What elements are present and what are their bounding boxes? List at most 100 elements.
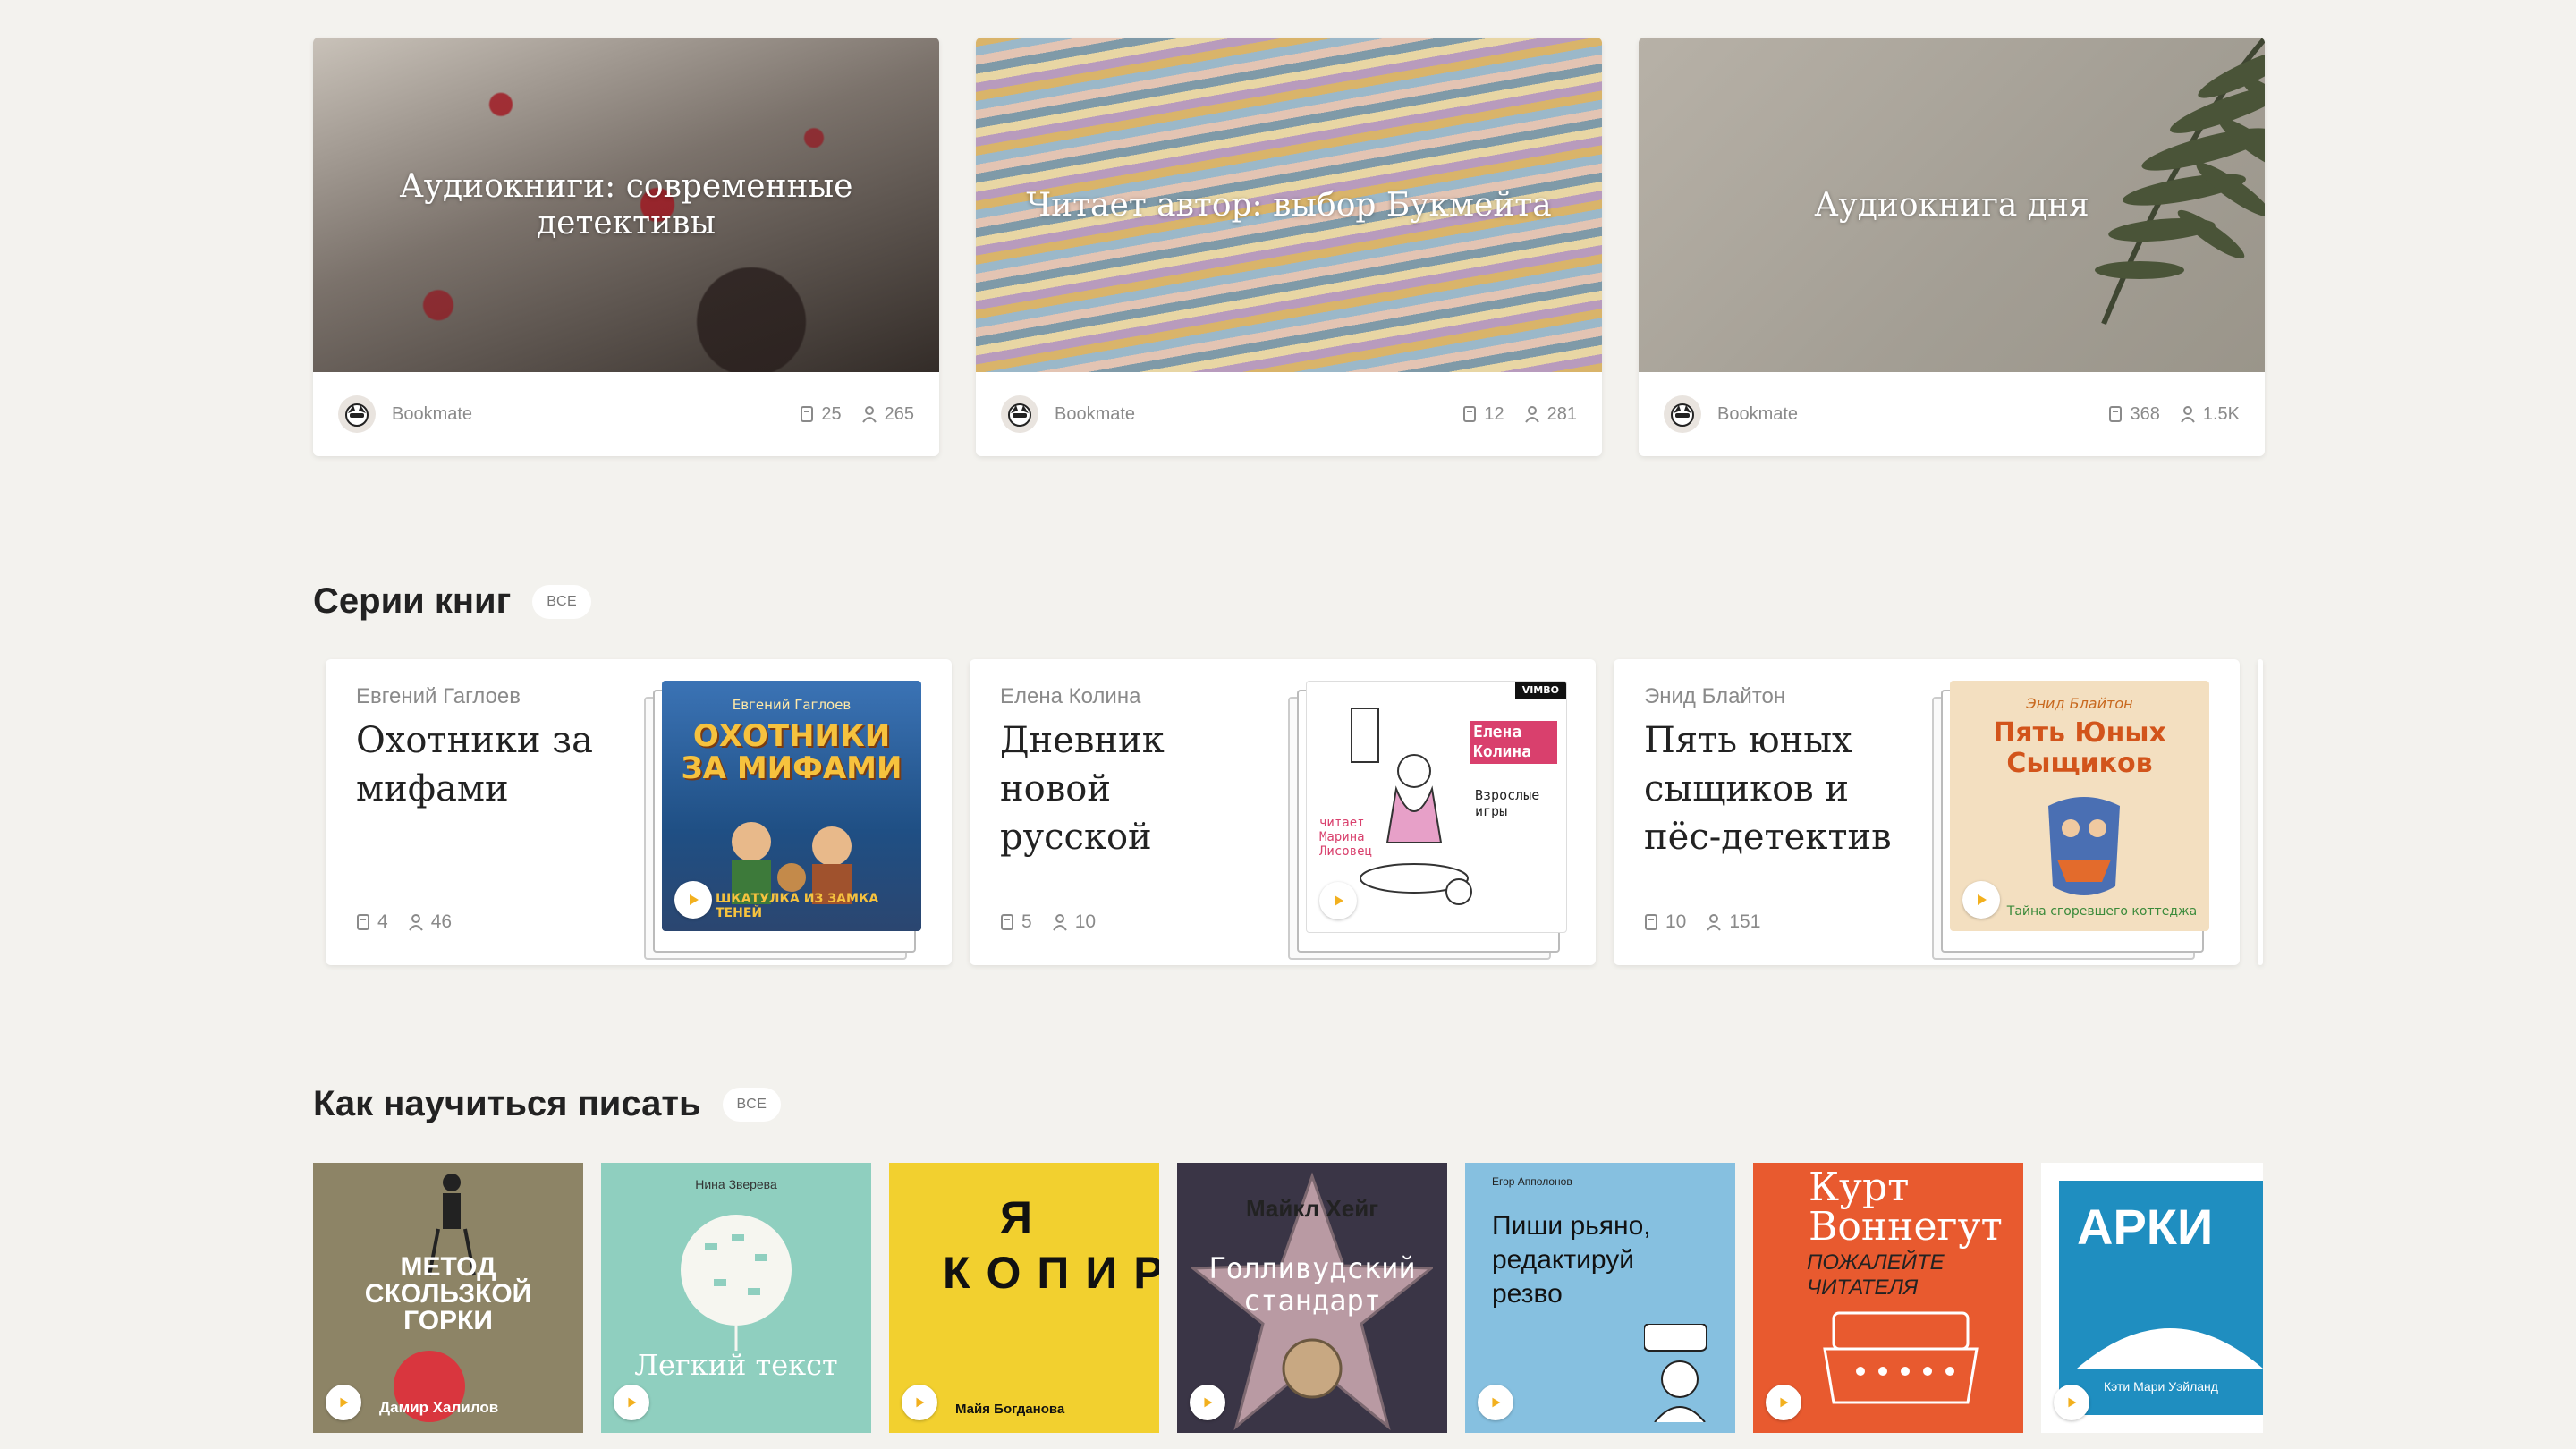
series-title[interactable]: Пять юных сыщиков и пёс-детектив <box>1644 716 1912 861</box>
book-cover[interactable]: Майкл Хейг Голливудский стандарт <box>1177 1163 1447 1433</box>
shelf-title: Читает автор: выбор Букмейта <box>1026 186 1552 224</box>
shelf-author[interactable]: Bookmate <box>1717 404 2089 425</box>
all-button[interactable]: ВСЕ <box>532 584 592 619</box>
shelf-title: Аудиокниги: современные детективы <box>399 168 853 242</box>
series-title[interactable]: Дневник новой русской <box>1000 716 1268 861</box>
person-icon <box>2181 406 2195 423</box>
shelf-author[interactable]: Bookmate <box>1055 404 1443 425</box>
series-card[interactable]: Елена Колина Дневник новой русской 5 10 … <box>970 659 1596 965</box>
series-card[interactable]: Евгений Гаглоев Охотники за мифами 4 46 … <box>326 659 952 965</box>
book-cover[interactable]: Егор Апполонов Пиши рьяно, редактируй ре… <box>1465 1163 1735 1433</box>
followers-count: 281 <box>1524 404 1577 425</box>
person-icon <box>861 406 877 423</box>
bookmate-avatar-icon <box>1001 395 1038 433</box>
shelf-card[interactable]: Аудиокнига дня Bookmate 368 1.5K <box>1639 38 2265 456</box>
series-title[interactable]: Охотники за мифами <box>356 716 624 813</box>
play-button[interactable] <box>1766 1385 1801 1420</box>
books-count: 5 <box>1000 911 1032 933</box>
shelf-footer: Bookmate 368 1.5K <box>1639 372 2265 456</box>
book-cover[interactable]: МЕТОД СКОЛЬЗКОЙ ГОРКИ Дамир Халилов <box>313 1163 583 1433</box>
shelf-cover-image: Читает автор: выбор Букмейта <box>976 38 1602 372</box>
book-icon <box>2109 406 2123 422</box>
shelf-card[interactable]: Аудиокниги: современные детективы Bookma… <box>313 38 939 456</box>
book-cover[interactable]: Нина Зверева Легкий текст <box>601 1163 871 1433</box>
series-stats: 4 46 <box>356 911 452 933</box>
followers-count: 46 <box>408 911 452 933</box>
typewriter-icon <box>1823 1311 1979 1404</box>
play-button[interactable] <box>902 1385 937 1420</box>
book-icon <box>1463 406 1477 422</box>
play-button[interactable] <box>326 1385 361 1420</box>
shelf-cover-image: Аудиокниги: современные детективы <box>313 38 939 372</box>
person-icon <box>1052 914 1067 931</box>
arc-icon <box>2077 1328 2263 1368</box>
cover-stack: VIMBO Елена Колина Взрослые игры читает … <box>1288 681 1567 960</box>
illustration-icon <box>732 822 852 904</box>
series-card[interactable]: Энид Блайтон Пять юных сыщиков и пёс-дет… <box>1614 659 2240 965</box>
series-cover[interactable]: Евгений Гаглоев ОХОТНИКИ ЗА МИФАМИ ШКАТУ… <box>662 681 921 931</box>
play-button[interactable] <box>674 881 712 919</box>
shelves-row: Аудиокниги: современные детективы Bookma… <box>313 38 2265 456</box>
play-button[interactable] <box>1478 1385 1513 1420</box>
books-count: 4 <box>356 911 388 933</box>
section-title[interactable]: Как научиться писать <box>313 1084 701 1124</box>
writing-section-header: Как научиться писать ВСЕ <box>313 1084 782 1124</box>
series-row: Евгений Гаглоев Охотники за мифами 4 46 … <box>326 659 2263 965</box>
followers-count: 10 <box>1052 911 1096 933</box>
series-section-header: Серии книг ВСЕ <box>313 581 592 622</box>
shelf-title: Аудиокнига дня <box>1814 186 2089 224</box>
bookmate-avatar-icon <box>1664 395 1701 433</box>
books-row: МЕТОД СКОЛЬЗКОЙ ГОРКИ Дамир Халилов Нина… <box>313 1163 2263 1433</box>
balloon-icon <box>681 1215 792 1351</box>
play-icon <box>1492 1397 1501 1408</box>
books-count: 25 <box>800 404 842 425</box>
play-button[interactable] <box>1962 881 2000 919</box>
series-stats: 5 10 <box>1000 911 1096 933</box>
play-icon <box>1978 894 1987 905</box>
series-stats: 10 151 <box>1644 911 1760 933</box>
all-button[interactable]: ВСЕ <box>722 1087 782 1122</box>
person-icon <box>1707 914 1722 931</box>
books-count: 10 <box>1644 911 1686 933</box>
play-button[interactable] <box>2054 1385 2089 1420</box>
series-cover[interactable]: Энид Блайтон Пять Юных Сыщиков Тайна сго… <box>1950 681 2209 931</box>
play-button[interactable] <box>1190 1385 1225 1420</box>
books-count: 12 <box>1462 404 1504 425</box>
shelf-author[interactable]: Bookmate <box>392 404 780 425</box>
play-button[interactable] <box>1319 882 1357 919</box>
followers-count: 265 <box>861 404 914 425</box>
cover-stack: Евгений Гаглоев ОХОТНИКИ ЗА МИФАМИ ШКАТУ… <box>644 681 921 960</box>
followers-count: 151 <box>1706 911 1760 933</box>
series-card-partial[interactable] <box>2258 659 2263 965</box>
portrait-icon <box>1644 1324 1707 1422</box>
series-cover[interactable]: VIMBO Елена Колина Взрослые игры читает … <box>1306 681 1567 933</box>
book-icon <box>1001 914 1013 930</box>
series-author[interactable]: Евгений Гаглоев <box>356 684 521 709</box>
play-icon <box>628 1397 637 1408</box>
section-title[interactable]: Серии книг <box>313 581 511 622</box>
shelf-card[interactable]: Читает автор: выбор Букмейта Bookmate 12… <box>976 38 1602 456</box>
shelf-footer: Bookmate 12 281 <box>976 372 1602 456</box>
book-cover[interactable]: АРКИ Кэти Мари Уэйланд <box>2041 1163 2263 1433</box>
illustration-icon <box>2048 797 2120 895</box>
book-icon <box>357 914 369 930</box>
person-icon <box>1524 406 1539 423</box>
play-button[interactable] <box>614 1385 649 1420</box>
illustration-icon <box>1351 708 1472 905</box>
play-icon <box>1780 1397 1789 1408</box>
play-icon <box>1204 1397 1213 1408</box>
book-icon <box>1645 914 1657 930</box>
book-cover[interactable]: Курт Воннегут ПОЖАЛЕЙТЕ ЧИТАТЕЛЯ <box>1753 1163 2023 1433</box>
series-author[interactable]: Елена Колина <box>1000 684 1140 709</box>
series-author[interactable]: Энид Блайтон <box>1644 684 1785 709</box>
play-icon <box>1335 895 1343 906</box>
book-cover[interactable]: Я КОПИРАЙТЕР Майя Богданова <box>889 1163 1159 1433</box>
bookmate-avatar-icon <box>338 395 376 433</box>
play-icon <box>916 1397 925 1408</box>
books-count: 368 <box>2108 404 2160 425</box>
person-icon <box>408 914 423 931</box>
shelf-cover-image: Аудиокнига дня <box>1639 38 2265 372</box>
followers-count: 1.5K <box>2180 404 2240 425</box>
play-icon <box>2068 1397 2077 1408</box>
cover-stack: Энид Блайтон Пять Юных Сыщиков Тайна сго… <box>1932 681 2209 960</box>
